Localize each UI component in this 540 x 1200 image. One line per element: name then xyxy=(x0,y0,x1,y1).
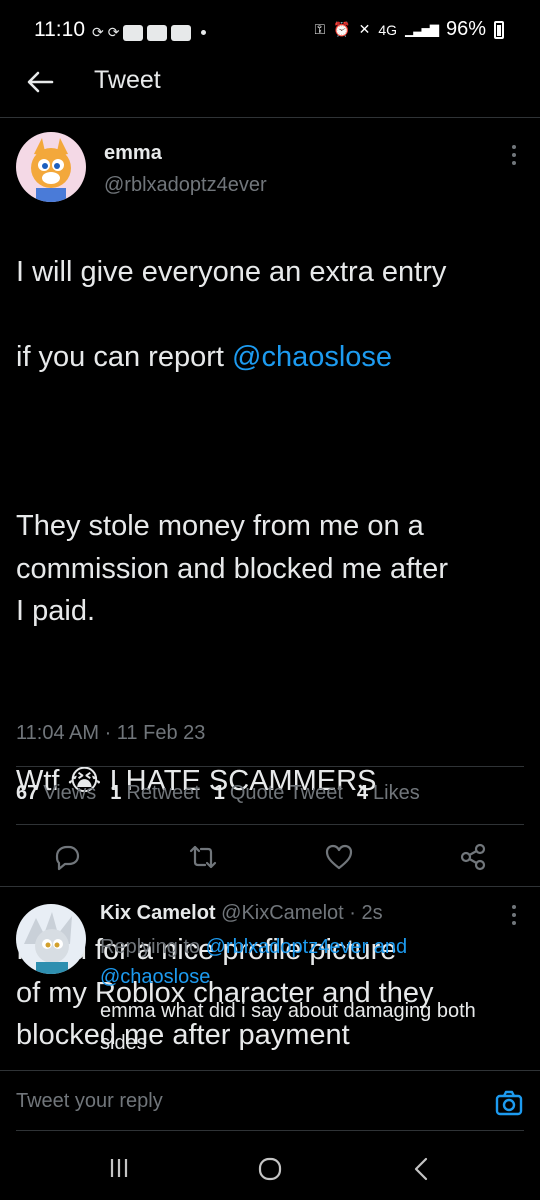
more-notifications-icon xyxy=(201,30,207,35)
retweet-icon[interactable] xyxy=(188,842,218,872)
reply-time: · 2s xyxy=(349,902,383,924)
composer-bottom-divider xyxy=(16,1130,524,1131)
stats-divider-bottom xyxy=(16,824,524,825)
page-title: Tweet xyxy=(94,66,161,94)
battery-percent: 96% xyxy=(445,18,486,40)
mention-link[interactable]: @chaoslose xyxy=(232,341,392,373)
signal-icon: ▁▃▅▇ xyxy=(405,22,439,37)
sync-icon: ⟳ xyxy=(107,24,120,40)
like-icon[interactable] xyxy=(324,842,354,872)
status-time: 11:10 xyxy=(34,18,85,41)
stats-divider-top xyxy=(16,766,524,767)
replying-mention[interactable]: @rblxadoptz4ever xyxy=(206,936,369,958)
likes-stat[interactable]: 4 Likes xyxy=(357,782,420,805)
tweet-paragraph: They stole money from me on a commission… xyxy=(16,510,448,627)
author-handle[interactable]: @rblxadoptz4ever xyxy=(104,174,267,197)
status-right: ⚿ ⏰ ✕ 4G ▁▃▅▇ 96% xyxy=(315,18,504,41)
tweet-timestamp[interactable]: 11:04 AM · 11 Feb 23 xyxy=(16,722,205,745)
status-bar: 11:10 ⟳ ⟳ ⚿ ⏰ ✕ 4G ▁▃▅▇ 96% xyxy=(0,0,540,60)
header-divider xyxy=(0,117,540,118)
share-icon[interactable] xyxy=(458,842,488,872)
tweet-line: if you can report @chaoslose xyxy=(16,336,526,379)
views-stat[interactable]: 67 Views xyxy=(16,782,96,805)
mute-icon: ✕ xyxy=(358,21,371,37)
network-label: 4G xyxy=(378,21,398,38)
vpn-key-icon: ⚿ xyxy=(314,21,326,37)
replying-and: and xyxy=(368,936,408,958)
replying-label: Replying to xyxy=(100,936,206,958)
youtube-icon xyxy=(123,24,144,41)
retweets-stat[interactable]: 1 Retweet xyxy=(110,782,200,805)
reply-icon[interactable] xyxy=(52,842,82,872)
back-nav-icon[interactable] xyxy=(410,1156,432,1182)
composer-divider xyxy=(0,1070,540,1071)
author-name[interactable]: emma xyxy=(104,142,162,165)
replying-mention[interactable]: @chaoslose xyxy=(100,966,210,988)
reply-input[interactable]: Tweet your reply xyxy=(16,1090,163,1113)
home-icon[interactable] xyxy=(256,1156,284,1182)
reply-author-handle[interactable]: @KixCamelot xyxy=(221,902,344,924)
reply-more-options-icon[interactable] xyxy=(510,904,518,926)
back-arrow-icon[interactable] xyxy=(22,64,58,100)
camera-icon[interactable] xyxy=(494,1088,524,1118)
quotes-stat[interactable]: 1 Quote Tweet xyxy=(214,782,343,805)
youtube-icon xyxy=(147,24,168,41)
tweet-line: I will give everyone an extra entry xyxy=(16,255,447,288)
reply-author-avatar[interactable] xyxy=(16,904,86,974)
more-options-icon[interactable] xyxy=(510,144,518,166)
actions-divider xyxy=(0,886,540,887)
android-nav-bar xyxy=(0,1140,540,1200)
author-avatar[interactable] xyxy=(16,132,86,202)
recent-apps-icon[interactable] xyxy=(104,1156,134,1180)
tweet-stats: 67 Views 1 Retweet 1 Quote Tweet 4 Likes xyxy=(16,782,420,805)
sync-icon: ⟳ xyxy=(92,24,104,40)
reply-author-name[interactable]: Kix Camelot xyxy=(100,902,216,924)
replying-to: Replying to @rblxadoptz4ever and @chaosl… xyxy=(100,932,480,992)
reply-header: Kix Camelot @KixCamelot · 2s xyxy=(100,902,383,925)
alarm-icon: ⏰ xyxy=(333,21,351,37)
youtube-icon xyxy=(171,24,192,41)
battery-icon xyxy=(494,20,504,39)
notification-icons: ⟳ ⟳ xyxy=(92,24,207,41)
reply-text: emma what did i say about damaging both … xyxy=(100,1000,476,1054)
tweet-text-segment: if you can report xyxy=(16,340,232,373)
